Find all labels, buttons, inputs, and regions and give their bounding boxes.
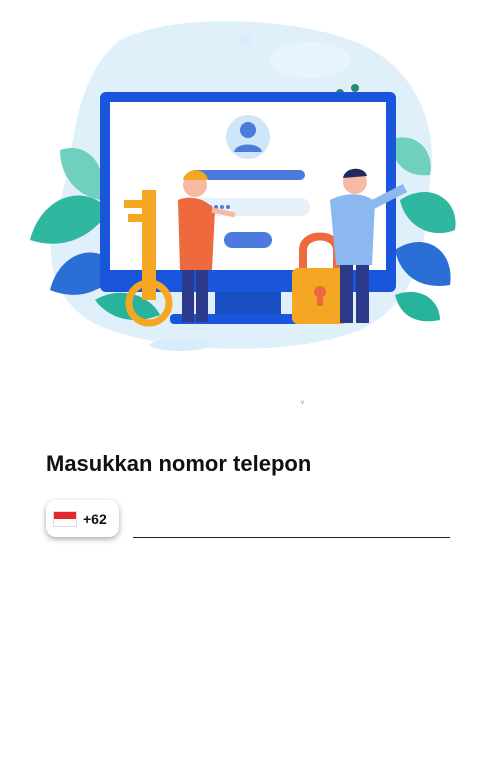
tiny-mark: ᵛ <box>301 398 304 408</box>
login-illustration <box>30 21 456 351</box>
leaf-right-4 <box>395 291 440 322</box>
page-title: Masukkan nomor telepon <box>46 451 312 476</box>
monitor-stand <box>215 292 281 314</box>
blob-dot <box>239 34 251 46</box>
country-code-selector[interactable]: +62 <box>46 500 119 537</box>
phone-number-input[interactable] <box>133 512 450 538</box>
country-code-label: +62 <box>83 510 107 527</box>
blob-top-right <box>270 42 350 78</box>
screen-button <box>224 232 272 248</box>
blob-bottom <box>150 339 210 351</box>
indonesia-flag-icon <box>53 510 77 527</box>
